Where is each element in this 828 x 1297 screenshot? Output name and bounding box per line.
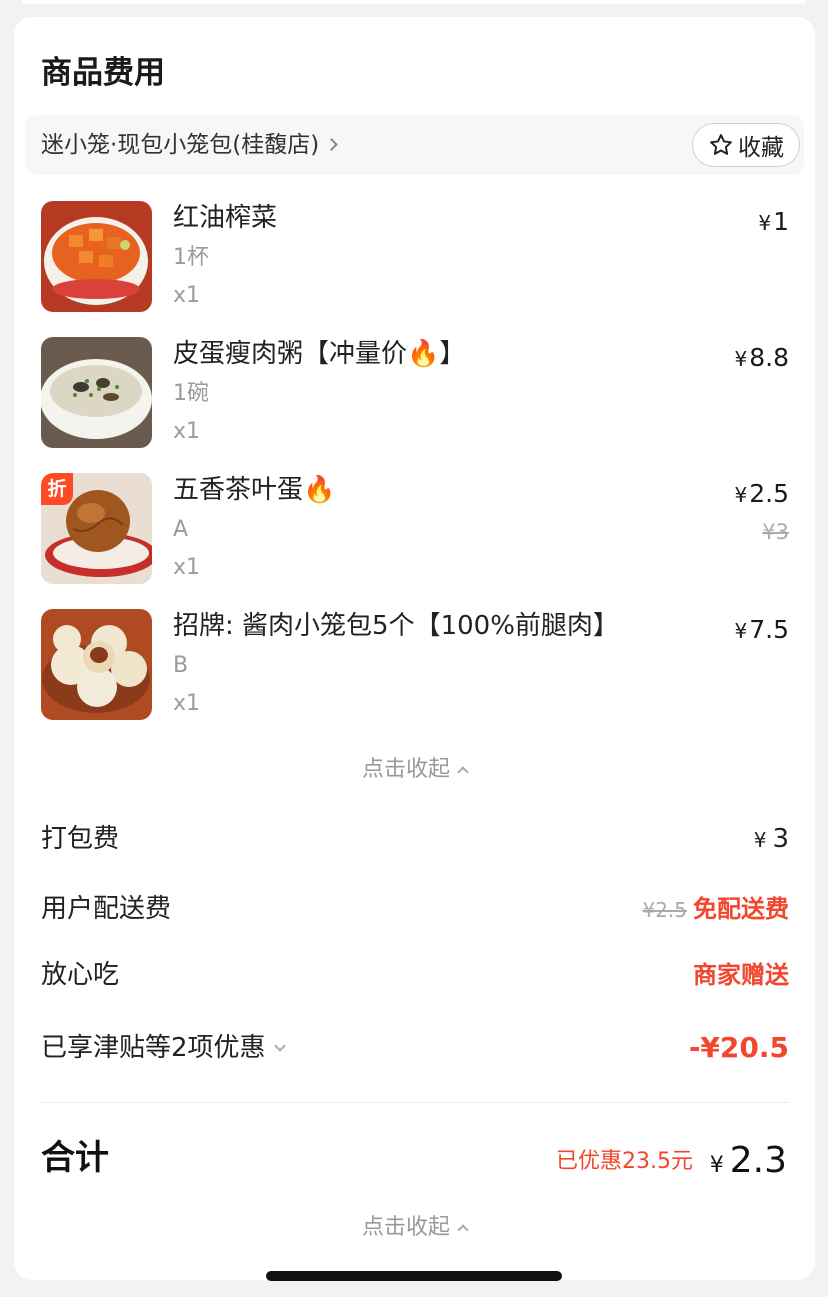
discounts-value: -¥20.5: [688, 1031, 789, 1064]
item-price-value: 7.5: [749, 615, 789, 644]
item-qty: x1: [173, 283, 201, 308]
collapse-label: 点击收起: [361, 1215, 450, 1240]
discount-badge: 折: [41, 473, 73, 505]
fee-card: 商品费用 迷小笼·现包小笼包(桂馥店) 收藏 红油榨菜 1杯 x1 ¥1 皮蛋瘦…: [14, 17, 815, 1280]
total-label: 合计: [41, 1138, 109, 1178]
item-price: ¥8.8: [735, 341, 790, 376]
previous-card-edge: [22, 0, 806, 4]
free-delivery-text: 免配送费: [693, 895, 789, 923]
assurance-label: 放心吃: [41, 960, 120, 990]
store-name: 迷小笼·现包小笼包(桂馥店): [41, 132, 320, 158]
item-name: 皮蛋瘦肉粥【冲量价🔥】: [173, 339, 466, 369]
currency-symbol: ¥: [734, 483, 748, 507]
favorite-button[interactable]: 收藏: [692, 123, 800, 167]
collapse-fees-button[interactable]: 点击收起: [14, 1213, 815, 1243]
discounts-toggle[interactable]: 已享津贴等2项优惠: [41, 1028, 286, 1068]
item-spec: A: [173, 517, 189, 542]
item-price: ¥2.5: [735, 477, 790, 512]
total-amount: 2.3: [729, 1140, 787, 1181]
item-qty: x1: [173, 691, 201, 716]
item-name: 五香茶叶蛋🔥: [173, 475, 336, 505]
item-thumbnail: [41, 201, 152, 312]
order-item[interactable]: 招牌: 酱肉小笼包5个【100%前腿肉】 B x1 ¥7.5: [41, 609, 789, 721]
item-spec: B: [173, 653, 189, 678]
total-saved: 已优惠23.5元: [556, 1149, 693, 1174]
item-thumbnail: [41, 337, 152, 448]
total-value: ¥2.3: [710, 1139, 787, 1188]
currency-symbol: ¥: [758, 211, 772, 235]
item-price-value: 2.5: [749, 479, 789, 508]
packing-fee-value: ¥3: [754, 819, 789, 860]
order-item[interactable]: 折 五香茶叶蛋🔥 A x1 ¥2.5 ¥3: [41, 473, 789, 585]
item-spec: 1杯: [173, 245, 209, 270]
item-thumbnail: 折: [41, 473, 152, 584]
delivery-fee-value: ¥2.5 免配送费: [642, 889, 789, 930]
item-thumbnail: [41, 609, 152, 720]
item-name: 红油榨菜: [173, 203, 278, 233]
assurance-row: 放心吃 商家赠送: [41, 955, 789, 995]
collapse-items-button[interactable]: 点击收起: [14, 755, 815, 785]
currency-symbol: ¥: [734, 619, 748, 643]
chevron-down-icon: [273, 1040, 286, 1052]
favorite-label: 收藏: [738, 135, 784, 161]
chevron-up-icon: [457, 766, 469, 778]
discounts-label: 已享津贴等2项优惠: [41, 1033, 266, 1063]
home-indicator[interactable]: [266, 1271, 562, 1281]
discounts-row[interactable]: 已享津贴等2项优惠 -¥20.5: [41, 1028, 789, 1068]
delivery-fee-label: 用户配送费: [41, 894, 172, 924]
item-qty: x1: [173, 419, 201, 444]
order-item[interactable]: 皮蛋瘦肉粥【冲量价🔥】 1碗 x1 ¥8.8: [41, 337, 789, 449]
chevron-right-icon: [325, 138, 339, 151]
store-link[interactable]: 迷小笼·现包小笼包(桂馥店): [41, 115, 339, 175]
item-original-price: ¥3: [762, 520, 789, 544]
store-bar[interactable]: 迷小笼·现包小笼包(桂馥店) 收藏: [25, 115, 804, 175]
section-title: 商品费用: [41, 55, 165, 91]
divider: [41, 1102, 789, 1103]
currency-symbol: ¥: [709, 1153, 724, 1178]
order-item[interactable]: 红油榨菜 1杯 x1 ¥1: [41, 201, 789, 313]
packing-fee-label: 打包费: [41, 824, 120, 854]
item-qty: x1: [173, 555, 201, 580]
assurance-value: 商家赠送: [693, 961, 789, 989]
collapse-label: 点击收起: [361, 757, 450, 782]
packing-fee-row: 打包费 ¥3: [41, 819, 789, 859]
currency-symbol: ¥: [734, 347, 748, 371]
star-icon: [710, 134, 732, 155]
delivery-original-fee: ¥2.5: [642, 898, 687, 922]
packing-fee-amount: 3: [772, 824, 789, 854]
item-price-value: 1: [773, 207, 789, 236]
delivery-fee-row: 用户配送费 ¥2.5 免配送费: [41, 889, 789, 929]
item-price: ¥7.5: [735, 613, 790, 648]
chevron-up-icon: [457, 1224, 469, 1236]
item-name: 招牌: 酱肉小笼包5个【100%前腿肉】: [173, 611, 619, 641]
item-price-value: 8.8: [749, 343, 789, 372]
item-price: ¥1: [758, 205, 789, 240]
currency-symbol: ¥: [753, 828, 767, 852]
item-spec: 1碗: [173, 381, 209, 406]
